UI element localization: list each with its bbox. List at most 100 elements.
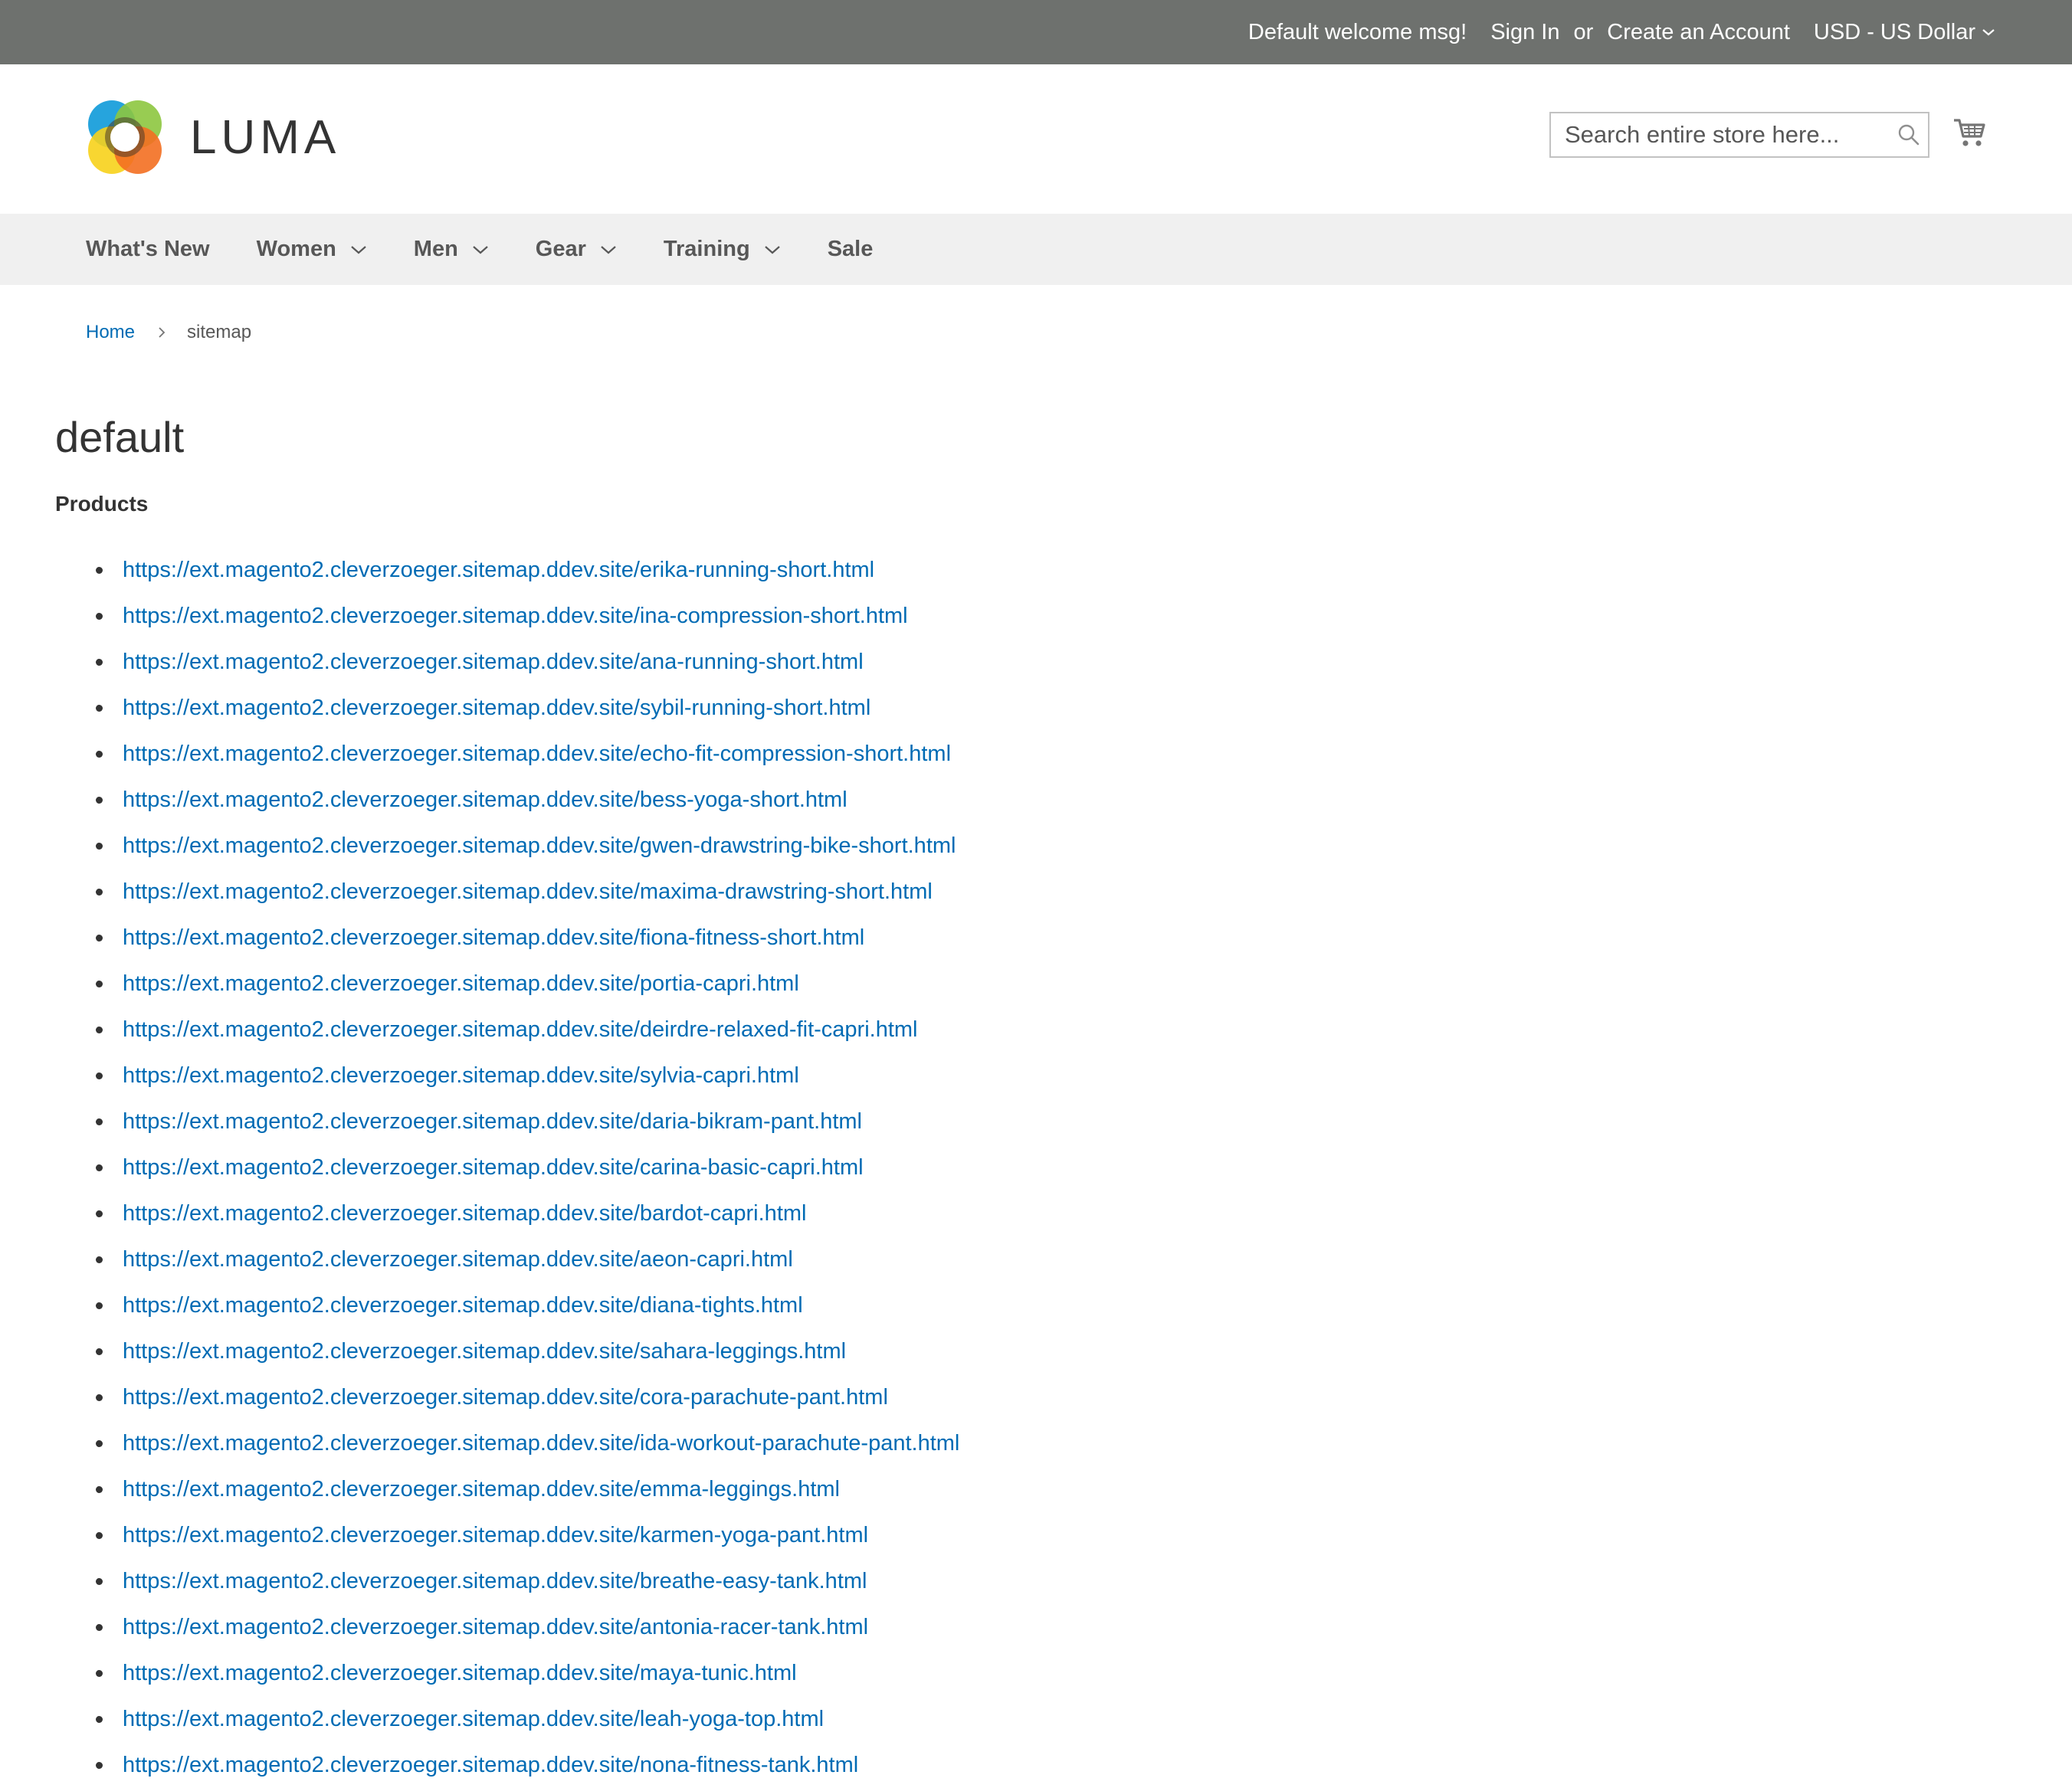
bullet-icon [96,1393,103,1401]
list-item: https://ext.magento2.cleverzoeger.sitema… [86,1007,959,1053]
product-link[interactable]: https://ext.magento2.cleverzoeger.sitema… [123,1017,918,1043]
cart-icon [1954,119,1985,146]
bullet-icon [96,1531,103,1539]
product-link[interactable]: https://ext.magento2.cleverzoeger.sitema… [123,558,874,583]
product-link[interactable]: https://ext.magento2.cleverzoeger.sitema… [123,604,908,629]
product-link[interactable]: https://ext.magento2.cleverzoeger.sitema… [123,925,864,951]
nav-item-men[interactable]: Men [414,237,489,262]
list-item: https://ext.magento2.cleverzoeger.sitema… [86,961,959,1007]
product-link[interactable]: https://ext.magento2.cleverzoeger.sitema… [123,1155,864,1181]
product-link[interactable]: https://ext.magento2.cleverzoeger.sitema… [123,1109,862,1135]
product-link[interactable]: https://ext.magento2.cleverzoeger.sitema… [123,742,951,767]
search-button[interactable] [1890,115,1928,155]
bullet-icon [96,842,103,850]
product-link[interactable]: https://ext.magento2.cleverzoeger.sitema… [123,879,933,905]
nav-item-what-s-new[interactable]: What's New [86,237,210,262]
list-item: https://ext.magento2.cleverzoeger.sitema… [86,1420,959,1466]
bullet-icon [96,1439,103,1447]
bullet-icon [96,1485,103,1493]
bullet-icon [96,612,103,620]
section-title-products: Products [55,492,149,516]
breadcrumb: Home sitemap [86,322,251,343]
chevron-right-icon [158,326,166,339]
list-item: https://ext.magento2.cleverzoeger.sitema… [86,1558,959,1604]
product-link[interactable]: https://ext.magento2.cleverzoeger.sitema… [123,650,864,675]
nav-item-sale[interactable]: Sale [828,237,874,262]
product-link[interactable]: https://ext.magento2.cleverzoeger.sitema… [123,1247,793,1272]
product-link[interactable]: https://ext.magento2.cleverzoeger.sitema… [123,1661,797,1686]
product-link[interactable]: https://ext.magento2.cleverzoeger.sitema… [123,971,799,997]
bullet-icon [96,1623,103,1631]
search-icon [1898,124,1920,146]
list-item: https://ext.magento2.cleverzoeger.sitema… [86,1604,959,1650]
product-link[interactable]: https://ext.magento2.cleverzoeger.sitema… [123,1063,799,1089]
bullet-icon [96,1715,103,1723]
nav-item-women[interactable]: Women [257,237,367,262]
nav-menu: What's New Women Men Gear Training Sale [0,214,2072,285]
create-account-link[interactable]: Create an Account [1607,20,1790,45]
product-link[interactable]: https://ext.magento2.cleverzoeger.sitema… [123,1339,846,1364]
store-logo[interactable]: LUMA [86,98,340,176]
list-item: https://ext.magento2.cleverzoeger.sitema… [86,1190,959,1236]
or-separator: or [1573,19,1594,44]
list-item: https://ext.magento2.cleverzoeger.sitema… [86,1512,959,1558]
bullet-icon [96,796,103,804]
welcome-message: Default welcome msg! [1247,19,1467,44]
bullet-icon [96,1210,103,1217]
bullet-icon [96,1072,103,1079]
list-item: https://ext.magento2.cleverzoeger.sitema… [86,1282,959,1328]
search-input[interactable] [1551,114,1890,156]
product-link[interactable]: https://ext.magento2.cleverzoeger.sitema… [123,1385,888,1410]
list-item: https://ext.magento2.cleverzoeger.sitema… [86,547,959,593]
product-link[interactable]: https://ext.magento2.cleverzoeger.sitema… [123,1753,858,1778]
product-link-list: https://ext.magento2.cleverzoeger.sitema… [86,547,959,1788]
bullet-icon [96,658,103,666]
list-item: https://ext.magento2.cleverzoeger.sitema… [86,639,959,685]
bullet-icon [96,1669,103,1677]
product-link[interactable]: https://ext.magento2.cleverzoeger.sitema… [123,1569,867,1594]
breadcrumb-current: sitemap [187,322,252,342]
bullet-icon [96,1761,103,1769]
header-links: Default welcome msg! Sign In or Create a… [1225,0,1995,64]
page-header: LUMA [0,64,2072,214]
product-link[interactable]: https://ext.magento2.cleverzoeger.sitema… [123,833,956,859]
product-link[interactable]: https://ext.magento2.cleverzoeger.sitema… [123,696,870,721]
bullet-icon [96,704,103,712]
list-item: https://ext.magento2.cleverzoeger.sitema… [86,1328,959,1374]
search-form [1549,112,1929,158]
sign-in-link[interactable]: Sign In [1490,20,1559,45]
nav-item-gear[interactable]: Gear [536,237,617,262]
product-link[interactable]: https://ext.magento2.cleverzoeger.sitema… [123,1523,868,1548]
product-link[interactable]: https://ext.magento2.cleverzoeger.sitema… [123,788,847,813]
bullet-icon [96,980,103,987]
list-item: https://ext.magento2.cleverzoeger.sitema… [86,915,959,961]
bullet-icon [96,566,103,574]
minicart-button[interactable] [1952,116,1986,152]
nav-item-label: What's New [86,237,210,261]
nav-item-label: Men [413,237,458,261]
product-link[interactable]: https://ext.magento2.cleverzoeger.sitema… [123,1477,840,1502]
bullet-icon [96,1348,103,1355]
list-item: https://ext.magento2.cleverzoeger.sitema… [86,1099,959,1145]
main-navigation: What's New Women Men Gear Training Sale [0,214,2072,285]
bullet-icon [96,888,103,896]
bullet-icon [96,1026,103,1033]
breadcrumb-home-link[interactable]: Home [86,322,135,343]
nav-item-label: Gear [535,237,586,261]
product-link[interactable]: https://ext.magento2.cleverzoeger.sitema… [123,1707,824,1732]
bullet-icon [96,1118,103,1125]
currency-switcher[interactable]: USD - US Dollar [1814,20,1995,45]
product-link[interactable]: https://ext.magento2.cleverzoeger.sitema… [123,1431,959,1456]
list-item: https://ext.magento2.cleverzoeger.sitema… [86,869,959,915]
list-item: https://ext.magento2.cleverzoeger.sitema… [86,1145,959,1190]
bullet-icon [96,1164,103,1171]
logo-wordmark: LUMA [190,110,341,164]
list-item: https://ext.magento2.cleverzoeger.sitema… [86,685,959,731]
product-link[interactable]: https://ext.magento2.cleverzoeger.sitema… [123,1201,806,1226]
product-link[interactable]: https://ext.magento2.cleverzoeger.sitema… [123,1293,803,1318]
nav-item-training[interactable]: Training [664,237,781,262]
nav-item-label: Training [663,237,750,261]
list-item: https://ext.magento2.cleverzoeger.sitema… [86,777,959,823]
bullet-icon [96,934,103,941]
product-link[interactable]: https://ext.magento2.cleverzoeger.sitema… [123,1615,868,1640]
